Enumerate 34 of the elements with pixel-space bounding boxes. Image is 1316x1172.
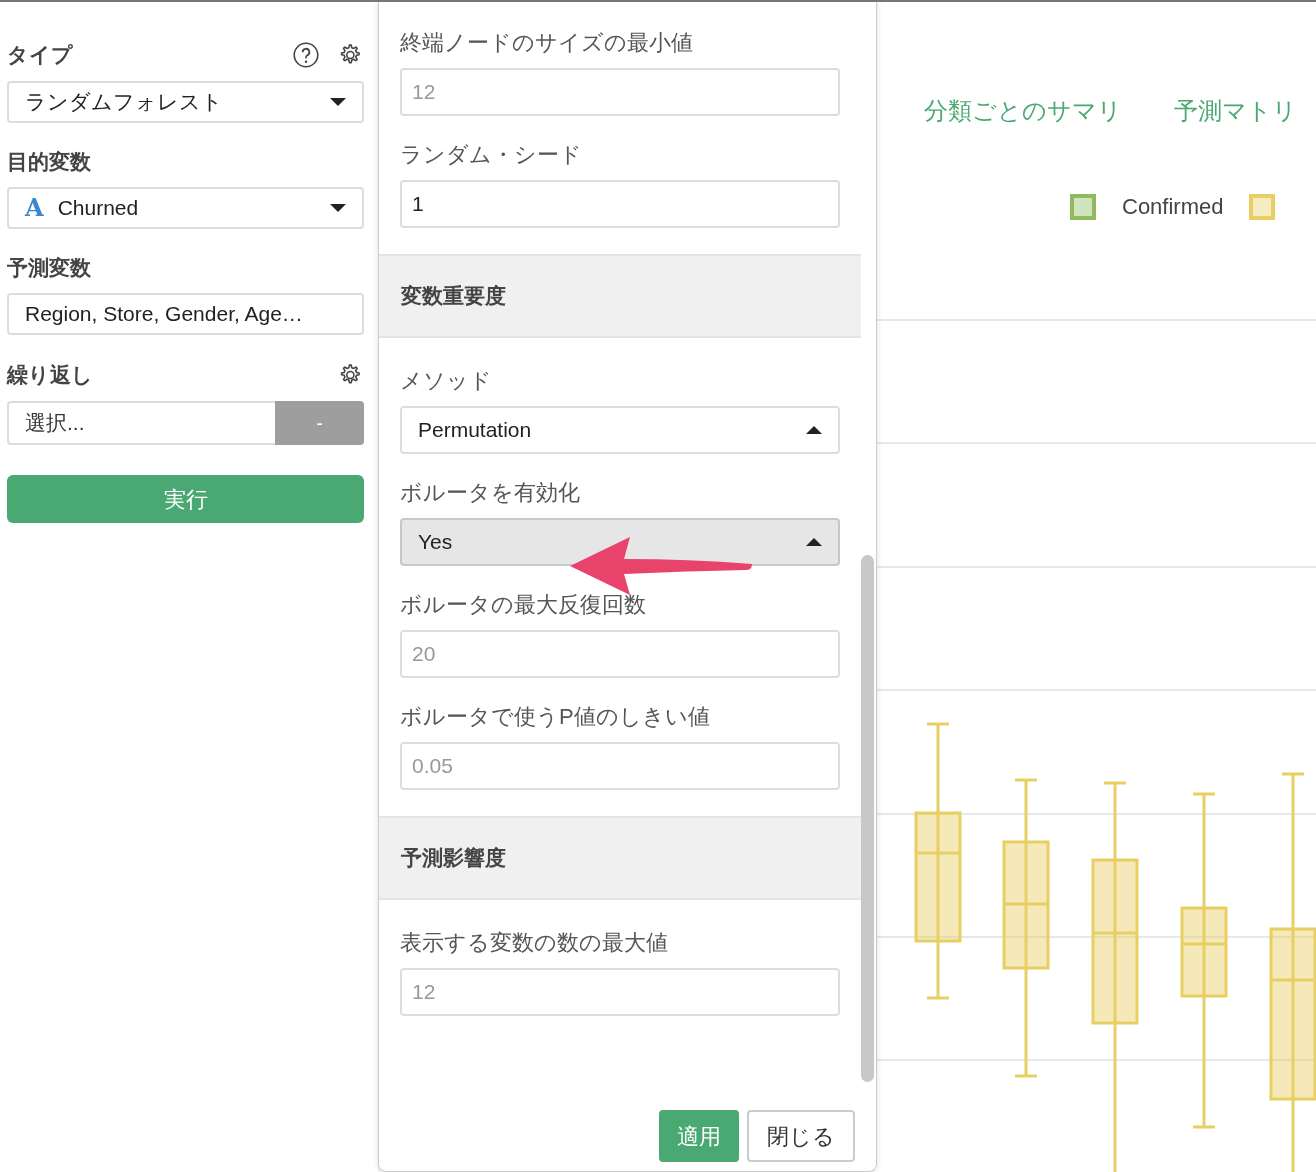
text-type-icon: A — [25, 190, 44, 226]
input-field[interactable]: 12 — [400, 968, 840, 1016]
input-field[interactable]: 1 — [400, 180, 840, 228]
selected-value: Churned — [57, 195, 139, 222]
field-label: 繰り返し — [7, 362, 93, 388]
field-label: 終端ノードのサイズの最小値 — [400, 30, 694, 56]
target-select[interactable]: A Churned — [7, 187, 364, 229]
field-label: メソッド — [400, 368, 493, 394]
field-label: ランダム・シード — [400, 142, 583, 168]
input-field[interactable]: 12 — [400, 68, 840, 116]
field-label: ボルータで使うP値のしきい値 — [400, 704, 711, 730]
field-label: ボルータの最大反復回数 — [400, 592, 647, 618]
field-label: タイプ — [7, 42, 73, 68]
field-label: ボルータを有効化 — [400, 480, 581, 506]
caret-icon — [806, 426, 822, 434]
help-icon[interactable] — [292, 41, 320, 69]
caret-icon — [330, 98, 346, 106]
legend-label: Confirmed — [1122, 193, 1224, 221]
repeat-select[interactable]: 選択... — [7, 401, 275, 445]
input-field[interactable]: 0.05 — [400, 742, 840, 790]
predictor-field[interactable]: Region, Store, Gender, Age… — [7, 293, 364, 335]
field-label: 予測変数 — [7, 255, 91, 281]
scrollbar-thumb[interactable] — [861, 555, 874, 1082]
caret-icon — [806, 538, 822, 546]
input-field[interactable]: 20 — [400, 630, 840, 678]
section-header: 予測影響度 — [379, 816, 861, 900]
field-label: 表示する変数の数の最大値 — [400, 930, 669, 956]
type-select[interactable]: ランダムフォレスト — [7, 81, 364, 123]
field-label: 目的変数 — [7, 149, 91, 175]
select-field[interactable]: Permutation — [400, 406, 840, 454]
close-button[interactable]: 閉じる — [747, 1110, 855, 1162]
select-field[interactable]: Yes — [400, 518, 840, 566]
section-header: 変数重要度 — [379, 254, 861, 338]
caret-icon — [330, 204, 346, 212]
